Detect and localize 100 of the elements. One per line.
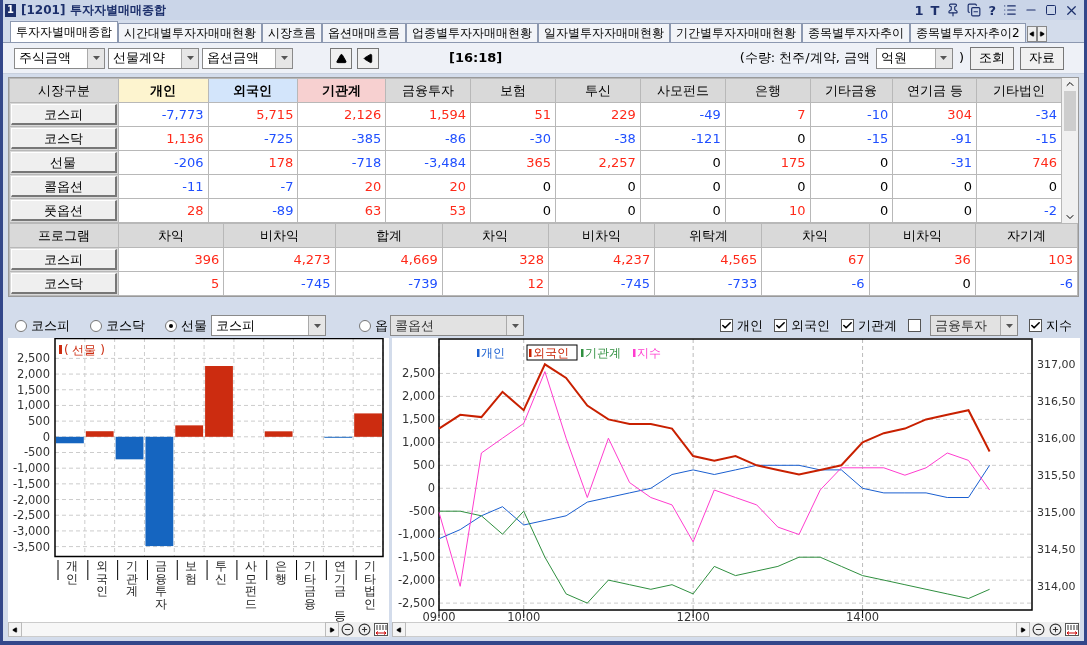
dropdown[interactable]: 옵션금액 [202,47,293,69]
axis-tick-label: 317,00 [1037,358,1076,372]
axis-tick-label: -3,500 [12,539,50,554]
radio-button[interactable] [165,319,177,332]
zoom-in-icon[interactable] [358,623,371,636]
table-cell: 396 [118,247,224,272]
checkbox[interactable] [841,319,854,332]
radio-label: 코스피 [31,316,70,335]
tab[interactable]: 시간대별투자자매매현황 [118,23,262,42]
tab[interactable]: 종목별투자자추이 [802,23,910,42]
zoom-in-icon[interactable] [1049,623,1062,636]
scroll-thumb[interactable] [1064,91,1076,131]
dropdown[interactable]: 주식금액 [14,47,105,69]
action-button[interactable]: 자료 [1020,46,1064,70]
checkbox[interactable] [720,319,733,332]
legend-item: ( 선물 ) [59,343,105,357]
axis-tick-label: 12:00 [676,610,710,622]
row-header-button[interactable]: 코스닥 [11,273,118,294]
radio-button[interactable] [359,319,371,332]
title-bar-button[interactable]: ? [988,3,996,17]
column-header: 차익 [442,223,549,248]
legend-item[interactable]: 개인 [477,346,505,360]
dropdown[interactable]: 억원 [875,47,953,69]
column-header: 기타금융 [810,78,893,103]
axis-tick-label: 316,50 [1037,395,1076,409]
axis-tick-label: 0 [42,429,50,444]
table-cell: 12 [442,271,549,296]
row-header-button[interactable]: 선물 [11,152,117,173]
scroll-right-button[interactable] [1016,622,1030,637]
column-header: 은행 [725,78,810,103]
title-bar-button[interactable]: T [930,3,940,17]
legend-item[interactable]: 외국인 [526,344,578,361]
table-cell: 5 [118,271,224,296]
list-icon[interactable] [1003,3,1017,17]
tab[interactable]: 시장흐름 [262,23,322,42]
window-badge: 1 [5,3,16,17]
vertical-scrollbar[interactable] [1062,78,1078,223]
table-cell: -15 [810,126,893,151]
pin-icon[interactable] [946,3,961,17]
checkbox[interactable] [908,319,921,332]
column-header: 투신 [555,78,641,103]
column-header: 프로그램 [9,223,119,248]
checkbox-label: 지수 [1046,316,1072,335]
up-arrow-button[interactable] [330,47,352,69]
row-header-button[interactable]: 코스닥 [11,128,117,149]
window-restore-icon[interactable] [967,3,982,17]
axis-category-label: 기관계 [125,559,138,598]
left-triangle-icon [362,52,374,64]
tab[interactable]: 업종별투자자매매현황 [406,23,538,42]
radio-button[interactable] [90,319,102,332]
legend-item[interactable]: 기관계 [581,346,621,360]
scroll-right-button[interactable] [325,622,339,637]
ruler-icon[interactable] [1065,623,1079,636]
table-cell: 304 [892,102,977,127]
table-cell: -11 [118,174,209,199]
axis-tick-label: 2,000 [17,367,50,382]
table-cell: 28 [118,198,209,223]
tab[interactable]: 종목별투자자추이2 [910,23,1026,42]
checkbox-label: 기관계 [858,316,897,335]
axis-tick-label: -2,000 [397,573,435,588]
table-cell: 0 [892,198,977,223]
table-cell: 0 [725,174,810,199]
tab-scroll-left[interactable] [1026,26,1037,42]
zoom-out-icon[interactable] [1032,623,1045,636]
table-cell: 2,126 [297,102,386,127]
table-cell: 4,237 [548,247,655,272]
column-header: 사모펀드 [640,78,726,103]
caret-icon [280,56,288,60]
ruler-icon[interactable] [374,623,388,636]
table-cell: 0 [555,174,641,199]
scroll-left-button[interactable] [392,622,406,637]
tab[interactable]: 기간별투자자매매현황 [670,23,802,42]
row-header-button[interactable]: 코스피 [11,249,118,270]
dropdown[interactable]: 선물계약 [108,47,199,69]
checkbox[interactable] [774,319,787,332]
right-triangle-icon [1038,31,1045,37]
legend-label: 외국인 [533,346,569,360]
zoom-out-icon[interactable] [341,623,354,636]
table-cell: 0 [810,174,893,199]
axis-tick-label: 0 [427,481,435,496]
tab[interactable]: 옵션매매흐름 [322,23,406,42]
column-header: 외국인 [208,78,298,103]
axis-tick-label: 314,00 [1037,580,1076,594]
dropdown[interactable]: 코스피 [211,315,326,336]
title-bar-button[interactable]: 1 [914,3,924,17]
unit-note-close: ) [958,49,964,68]
action-button[interactable]: 조회 [970,46,1014,70]
radio-button[interactable] [15,319,27,332]
scroll-left-button[interactable] [8,622,22,637]
row-header-button[interactable]: 콜옵션 [11,176,117,197]
axis-tick-label: -2,500 [12,508,50,523]
tab[interactable]: 투자자별매매종합 [10,21,118,42]
tab[interactable]: 일자별투자자매매현황 [538,23,670,42]
left-arrow-button[interactable] [357,47,379,69]
tab-scroll-right[interactable] [1036,26,1047,42]
maximize-icon[interactable] [1045,4,1057,16]
row-header-button[interactable]: 코스피 [11,104,117,125]
checkbox[interactable] [1029,319,1042,332]
axis-tick-label: 2,500 [402,366,435,381]
row-header-button[interactable]: 풋옵션 [11,200,117,221]
